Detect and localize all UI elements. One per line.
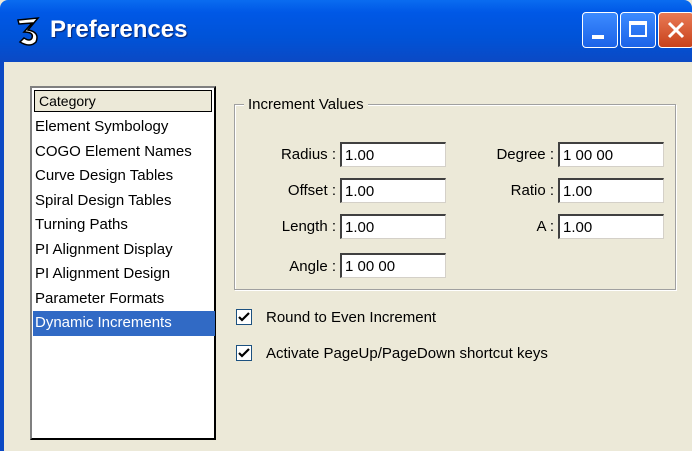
category-item-pi-alignment-display[interactable]: PI Alignment Display — [33, 238, 215, 263]
category-item-turning-paths[interactable]: Turning Paths — [33, 213, 215, 238]
category-item-spiral-design-tables[interactable]: Spiral Design Tables — [33, 189, 215, 214]
window-title: Preferences — [50, 16, 188, 43]
increment-values-title: Increment Values — [244, 96, 368, 113]
category-list[interactable]: Category Element Symbology COGO Element … — [30, 86, 216, 440]
preferences-window: Preferences Category Element Symbology C… — [0, 0, 692, 451]
length-input[interactable] — [340, 214, 446, 239]
angle-input[interactable] — [340, 253, 446, 278]
close-icon — [667, 21, 685, 39]
angle-label: Angle : — [289, 258, 336, 275]
title-bar[interactable]: Preferences — [0, 0, 692, 62]
round-even-increment-option[interactable]: Round to Even Increment — [236, 307, 436, 327]
category-header[interactable]: Category — [34, 90, 212, 112]
maximize-button[interactable] — [620, 12, 656, 48]
pageup-pagedown-label: Activate PageUp/PageDown shortcut keys — [266, 344, 548, 362]
round-even-increment-label: Round to Even Increment — [266, 308, 437, 326]
checkmark-icon — [238, 348, 250, 358]
category-item-element-symbology[interactable]: Element Symbology — [33, 115, 215, 140]
radius-input[interactable] — [340, 142, 446, 167]
app-logo-icon — [17, 17, 40, 46]
window-frame-left — [0, 62, 4, 451]
minimize-button[interactable] — [582, 12, 618, 48]
offset-label: Offset : — [287, 182, 336, 199]
pageup-pagedown-option[interactable]: Activate PageUp/PageDown shortcut keys — [236, 343, 548, 363]
category-item-cogo-element-names[interactable]: COGO Element Names — [33, 140, 215, 165]
degree-label: Degree : — [496, 146, 554, 163]
category-items: Element Symbology COGO Element Names Cur… — [33, 115, 215, 336]
degree-input[interactable] — [558, 142, 664, 167]
ratio-input[interactable] — [558, 178, 664, 203]
category-item-pi-alignment-design[interactable]: PI Alignment Design — [33, 262, 215, 287]
offset-input[interactable] — [340, 178, 446, 203]
pageup-pagedown-checkbox[interactable] — [236, 345, 252, 361]
category-item-parameter-formats[interactable]: Parameter Formats — [33, 287, 215, 312]
radius-label: Radius : — [280, 146, 336, 163]
length-label: Length : — [281, 218, 336, 235]
a-label: A : — [536, 218, 554, 235]
close-button[interactable] — [658, 12, 692, 48]
ratio-label: Ratio : — [510, 182, 554, 199]
checkmark-icon — [238, 312, 250, 322]
category-item-curve-design-tables[interactable]: Curve Design Tables — [33, 164, 215, 189]
a-input[interactable] — [558, 214, 664, 239]
category-item-dynamic-increments[interactable]: Dynamic Increments — [33, 311, 215, 336]
round-even-increment-checkbox[interactable] — [236, 309, 252, 325]
